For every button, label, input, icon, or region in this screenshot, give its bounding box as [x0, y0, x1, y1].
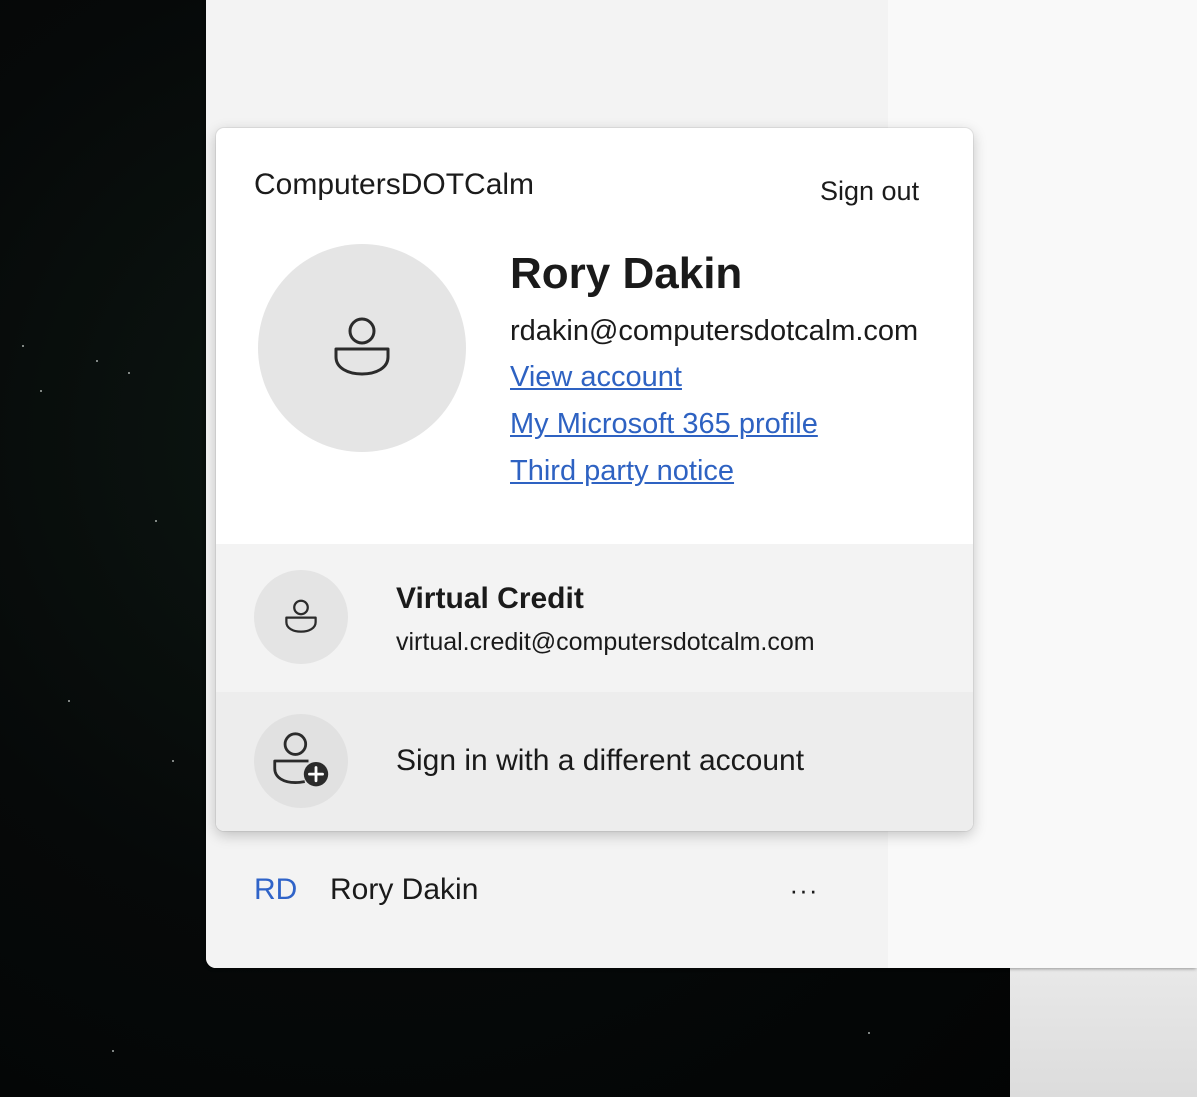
other-account-avatar	[254, 570, 348, 664]
user-email: rdakin@computersdotcalm.com	[510, 315, 919, 347]
footer-user-name: Rory Dakin	[330, 873, 479, 906]
m365-profile-link[interactable]: My Microsoft 365 profile	[510, 401, 950, 448]
sign-in-different-account[interactable]: Sign in with a different account	[216, 692, 973, 831]
account-flyout: ComputersDOTCalm Sign out Rory Dakin rda…	[216, 128, 973, 831]
person-add-icon	[273, 732, 329, 787]
add-account-label: Sign in with a different account	[396, 744, 805, 777]
other-account-name: Virtual Credit	[396, 582, 584, 615]
user-initials: RD	[254, 873, 298, 906]
user-info: Rory Dakin rdakin@computersdotcalm.com V…	[510, 244, 950, 495]
more-options-button[interactable]: ···	[774, 868, 834, 912]
person-icon	[334, 317, 390, 376]
view-account-link[interactable]: View account	[510, 354, 950, 401]
other-account-item[interactable]: Virtual Credit virtual.credit@computersd…	[216, 544, 973, 692]
sign-out-button[interactable]: Sign out	[820, 176, 919, 207]
third-party-notice-link[interactable]: Third party notice	[510, 448, 950, 495]
other-account-email: virtual.credit@computersdotcalm.com	[396, 628, 815, 656]
organization-name: ComputersDOTCalm	[254, 168, 535, 201]
user-display-name: Rory Dakin	[510, 249, 743, 298]
add-account-avatar	[254, 714, 348, 808]
person-icon	[285, 599, 317, 633]
account-footer[interactable]: RD Rory Dakin ···	[254, 862, 817, 918]
background-window	[1010, 960, 1197, 1097]
user-avatar	[258, 244, 466, 452]
